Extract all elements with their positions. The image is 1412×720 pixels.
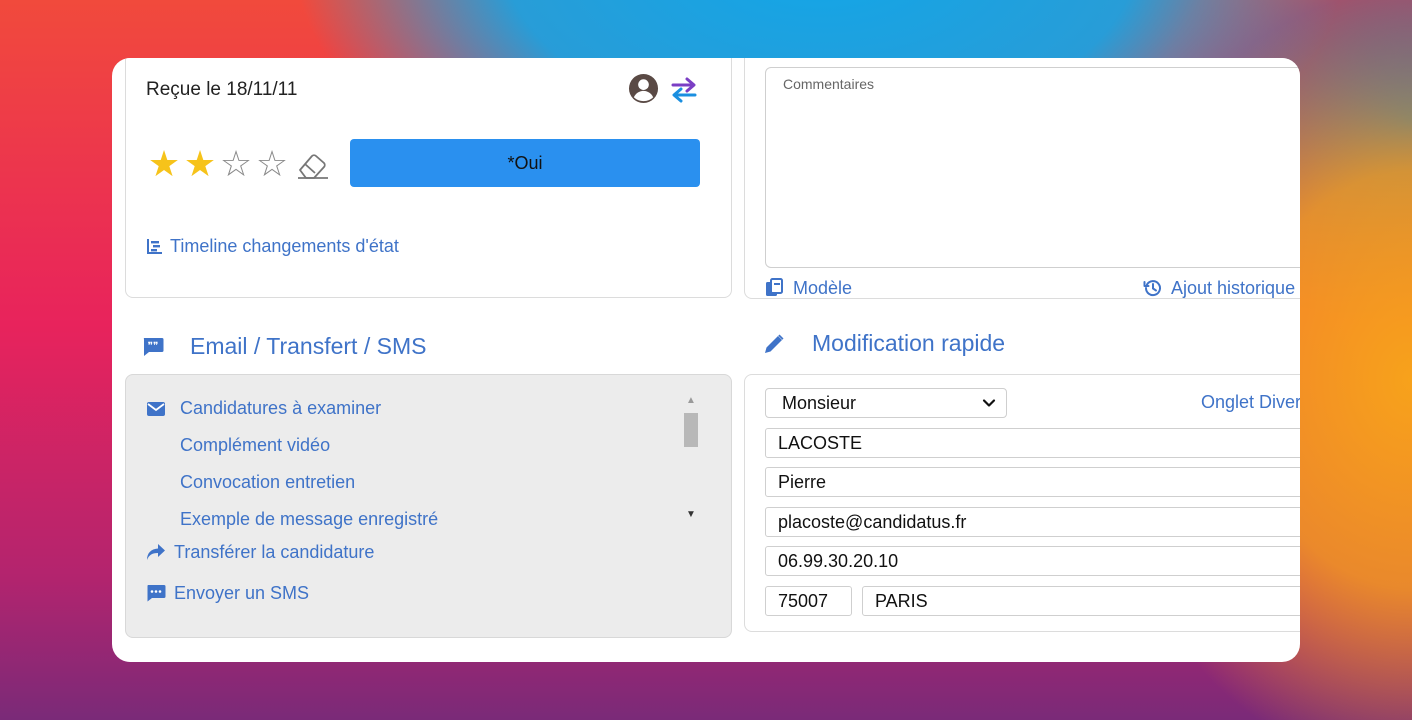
swap-icon[interactable] — [669, 76, 699, 104]
transfer-application-label: Transférer la candidature — [174, 541, 375, 562]
comments-placeholder: Commentaires — [783, 76, 875, 92]
svg-text:❞❞: ❞❞ — [148, 341, 159, 352]
received-date: Reçue le 18/11/11 — [146, 79, 298, 100]
chevron-down-icon — [982, 399, 996, 407]
scroll-up-arrow-icon[interactable]: ▲ — [686, 395, 696, 406]
zip-code-field[interactable] — [765, 586, 852, 616]
share-arrow-icon — [147, 544, 165, 561]
eraser-icon[interactable] — [296, 150, 330, 180]
status-oui-button[interactable]: *Oui — [350, 139, 700, 187]
last-name-field[interactable] — [765, 428, 1300, 458]
list-item[interactable]: Candidatures à examiner — [146, 393, 702, 430]
list-item[interactable]: Exemple de message enregistré — [146, 504, 702, 541]
quick-edit-heading: Modification rapide — [762, 329, 1005, 357]
quick-edit-panel: Monsieur Onglet Divers — [744, 374, 1300, 632]
email-template-list[interactable]: Candidatures à examiner Complément vidéo… — [146, 393, 702, 529]
timeline-link-label: Timeline changements d'état — [170, 235, 399, 256]
candidate-status-panel: Reçue le 18/11/11 ★ ★ ☆ ☆ *Oui Timeline … — [125, 58, 732, 298]
send-sms-label: Envoyer un SMS — [174, 582, 310, 603]
email-section-heading: ❞❞ Email / Transfert / SMS — [142, 332, 426, 360]
email-field[interactable] — [765, 507, 1300, 537]
quick-edit-title: Modification rapide — [812, 330, 1006, 357]
candidate-window: Reçue le 18/11/11 ★ ★ ☆ ☆ *Oui Timeline … — [112, 58, 1300, 662]
user-icon[interactable] — [628, 73, 659, 104]
comments-panel: Commentaires Modèle Ajout historique — [744, 58, 1300, 299]
send-sms-link[interactable]: Envoyer un SMS — [146, 582, 309, 604]
timeline-link[interactable]: Timeline changements d'état — [146, 235, 399, 257]
star-icon[interactable]: ★ — [182, 146, 218, 182]
star-outline-icon[interactable]: ☆ — [254, 146, 290, 182]
template-label: Candidatures à examiner — [180, 398, 382, 418]
email-section-title: Email / Transfert / SMS — [190, 333, 427, 360]
civility-value: Monsieur — [782, 393, 857, 413]
add-history-link-label: Ajout historique — [1171, 277, 1296, 298]
comments-textarea[interactable]: Commentaires — [765, 67, 1300, 268]
history-icon — [1143, 280, 1161, 297]
scroll-down-arrow-icon[interactable]: ▼ — [686, 509, 696, 520]
city-field[interactable] — [862, 586, 1300, 616]
template-label: Complément vidéo — [180, 435, 331, 455]
phone-field[interactable] — [765, 546, 1300, 576]
email-transfer-sms-panel: Candidatures à examiner Complément vidéo… — [125, 374, 732, 638]
model-link-label: Modèle — [793, 277, 853, 298]
rating-stars[interactable]: ★ ★ ☆ ☆ — [146, 146, 330, 182]
add-history-link[interactable]: Ajout historique — [1143, 277, 1295, 299]
list-item[interactable]: Complément vidéo — [146, 430, 702, 467]
star-outline-icon[interactable]: ☆ — [218, 146, 254, 182]
template-label: Exemple de message enregistré — [180, 509, 439, 529]
list-item[interactable]: Convocation entretien — [146, 467, 702, 504]
tab-misc-link[interactable]: Onglet Divers — [1201, 392, 1300, 413]
envelope-icon — [147, 402, 165, 417]
timeline-icon — [147, 239, 162, 255]
list-scrollbar[interactable]: ▲ ▼ — [682, 395, 700, 525]
scroll-thumb[interactable] — [684, 413, 698, 447]
copy-document-icon — [766, 278, 783, 297]
civility-select[interactable]: Monsieur — [765, 388, 1007, 418]
message-quote-icon: ❞❞ — [143, 337, 164, 356]
first-name-field[interactable] — [765, 467, 1300, 497]
sms-bubble-icon — [147, 585, 166, 602]
transfer-application-link[interactable]: Transférer la candidature — [146, 541, 374, 563]
model-link[interactable]: Modèle — [765, 277, 852, 299]
template-label: Convocation entretien — [180, 472, 356, 492]
star-icon[interactable]: ★ — [146, 146, 182, 182]
pencil-icon — [765, 334, 784, 353]
